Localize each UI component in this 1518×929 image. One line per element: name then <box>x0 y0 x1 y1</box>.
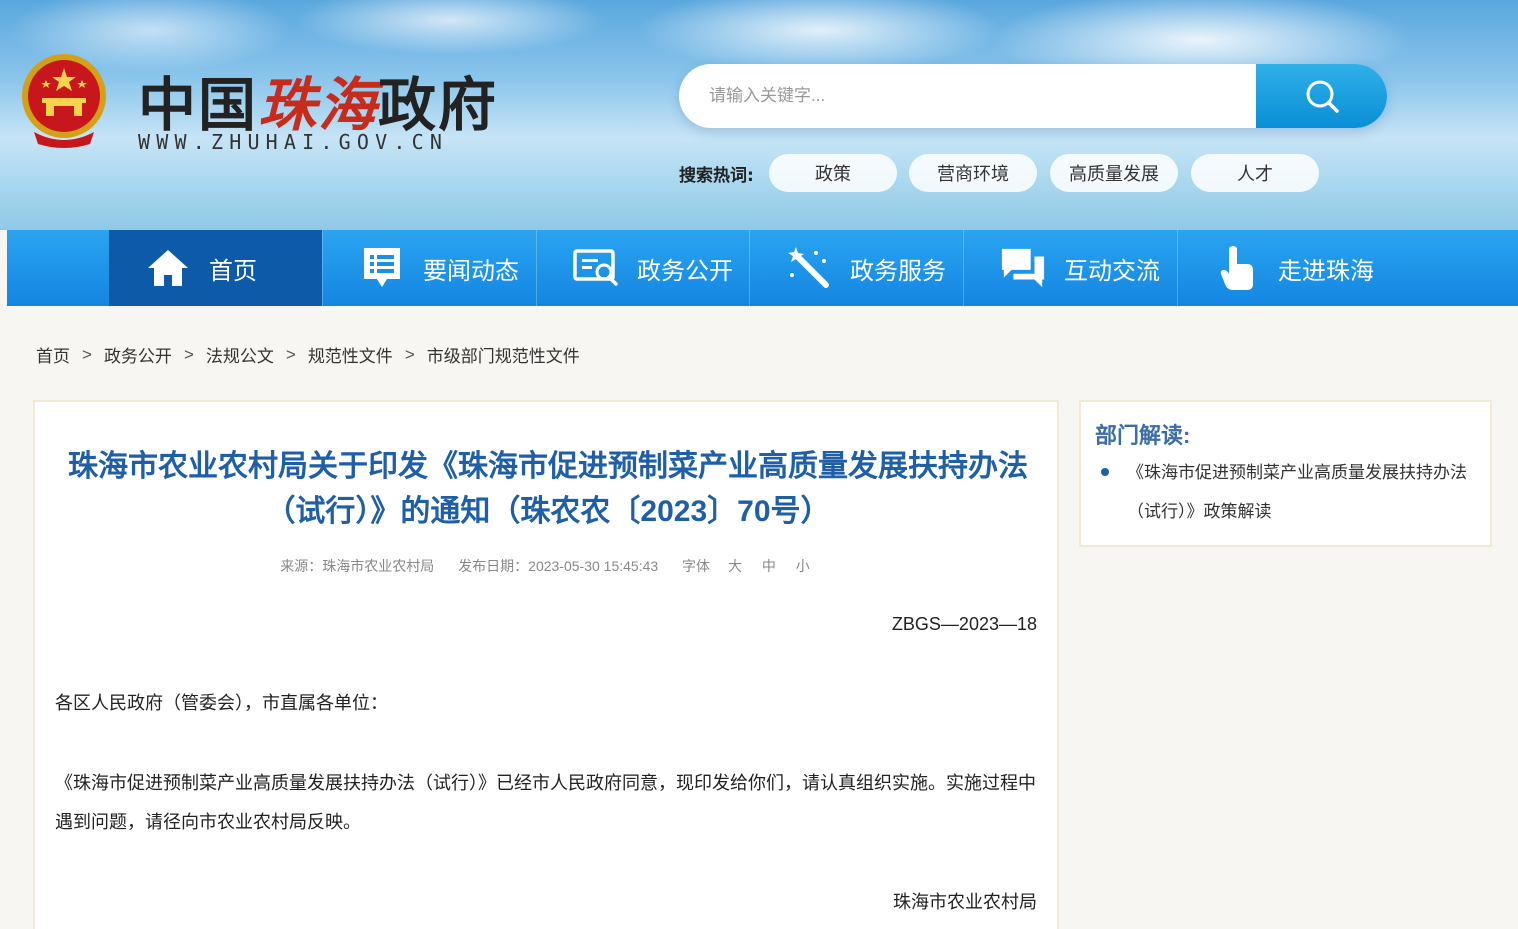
search-icon <box>1306 80 1339 113</box>
hot-tag-business-env[interactable]: 营商环境 <box>909 154 1037 192</box>
nav-item-interaction[interactable]: 互动交流 <box>963 230 1176 306</box>
hot-tag-quality-dev[interactable]: 高质量发展 <box>1050 154 1178 192</box>
source-info: 来源：珠海市农业农村局 <box>280 558 434 574</box>
logo-text-a: 中国 <box>138 71 259 139</box>
site-url: WWW.ZHUHAI.GOV.CN <box>138 130 449 154</box>
hot-tag-talent[interactable]: 人才 <box>1191 154 1319 192</box>
article-body: 《珠海市促进预制菜产业高质量发展扶持办法（试行）》已经市人民政府同意，现印发给你… <box>55 773 1036 832</box>
article-signer: 珠海市农业农村局 <box>893 892 1037 912</box>
breadcrumb-separator: > <box>183 344 194 364</box>
search-button[interactable] <box>1256 64 1387 128</box>
search-box <box>679 64 1387 128</box>
hand-pointer-icon <box>1214 245 1260 291</box>
date-value: 2023-05-30 15:45:43 <box>528 558 659 574</box>
nav-item-label: 政务服务 <box>850 257 946 285</box>
source-value: 珠海市农业农村局 <box>322 558 435 574</box>
home-icon <box>145 245 191 291</box>
nav-item-news[interactable]: 要闻动态 <box>322 230 535 306</box>
breadcrumb-separator: > <box>82 344 92 364</box>
source-label: 来源： <box>280 558 323 574</box>
article-panel: 珠海市农业农村局关于印发《珠海市促进预制菜产业高质量发展扶持办法（试行）》的通知… <box>33 400 1059 929</box>
breadcrumb: 首页 > 政务公开 > 法规公文 > 规范性文件 > 市级部门规范性文件 <box>36 342 580 367</box>
breadcrumb-item-open-gov[interactable]: 政务公开 <box>104 342 172 367</box>
date-label: 发布日期： <box>458 558 529 574</box>
nav-item-label: 首页 <box>209 257 257 285</box>
breadcrumb-item-city-dept-docs[interactable]: 市级部门规范性文件 <box>427 342 580 367</box>
interpretation-link[interactable]: 《珠海市促进预制菜产业高质量发展扶持办法（试行）》政策解读 <box>1127 453 1477 531</box>
document-number: ZBGS—2023—18 <box>891 614 1037 634</box>
chat-icon <box>1000 245 1046 291</box>
service-icon <box>786 245 832 291</box>
font-size-large-button[interactable]: 大 <box>728 558 742 574</box>
open-gov-icon <box>573 245 619 291</box>
date-info: 发布日期：2023-05-30 15:45:43 <box>458 558 658 574</box>
article-salutation: 各区人民政府（管委会），市直属各单位： <box>55 693 388 713</box>
font-size-small-button[interactable]: 小 <box>796 558 810 574</box>
breadcrumb-separator: > <box>285 344 296 364</box>
font-size-label: 字体 <box>682 558 711 574</box>
header-banner: 中国珠海政府 WWW.ZHUHAI.GOV.CN 搜索热词: 政策 营商环境 高… <box>0 0 1518 230</box>
nav-item-label: 要闻动态 <box>423 257 519 285</box>
breadcrumb-item-home[interactable]: 首页 <box>36 342 70 367</box>
hot-tag-policy[interactable]: 政策 <box>769 154 897 192</box>
nav-item-open-gov[interactable]: 政务公开 <box>536 230 749 306</box>
breadcrumb-item-regulations[interactable]: 法规公文 <box>206 342 274 367</box>
nav-item-label: 互动交流 <box>1064 257 1160 285</box>
hot-search-label: 搜索热词: <box>679 166 754 186</box>
breadcrumb-separator: > <box>404 344 415 364</box>
side-panel-title: 部门解读: <box>1095 423 1191 448</box>
article-title: 珠海市农业农村局关于印发《珠海市促进预制菜产业高质量发展扶持办法（试行）》的通知… <box>68 450 1028 528</box>
dept-interpretation-panel: 部门解读: 《珠海市促进预制菜产业高质量发展扶持办法（试行）》政策解读 <box>1079 400 1492 547</box>
breadcrumb-item-normative-docs[interactable]: 规范性文件 <box>308 342 393 367</box>
logo-text-b: 珠海 <box>258 71 379 139</box>
nav-item-label: 走进珠海 <box>1278 257 1374 285</box>
nav-item-home[interactable]: 首页 <box>109 230 322 306</box>
logo-text-c: 政府 <box>378 71 499 139</box>
article-meta: 来源：珠海市农业农村局 发布日期：2023-05-30 15:45:43 字体 … <box>35 556 1057 576</box>
national-emblem-icon[interactable] <box>18 52 110 150</box>
news-icon <box>359 245 405 291</box>
nav-item-service[interactable]: 政务服务 <box>749 230 962 306</box>
nav-item-discover[interactable]: 走进珠海 <box>1177 230 1390 306</box>
nav-item-label: 政务公开 <box>637 257 733 285</box>
bullet-icon <box>1101 468 1109 476</box>
main-nav: 首页 要闻动态 政务公开 政务服务 互动交流 走进珠海 <box>7 230 1518 306</box>
font-size-medium-button[interactable]: 中 <box>762 558 776 574</box>
search-input[interactable] <box>679 64 1256 128</box>
